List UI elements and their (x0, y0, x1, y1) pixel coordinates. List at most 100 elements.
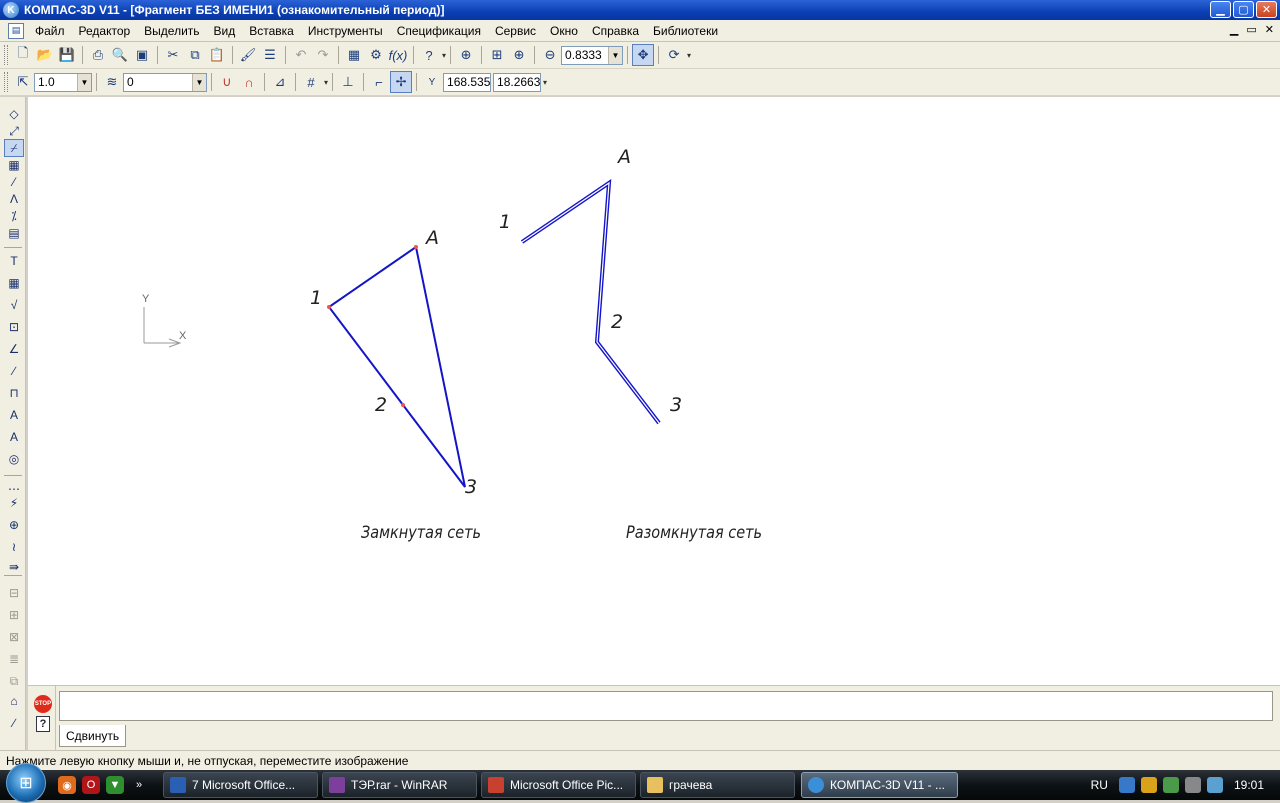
open-folder-icon[interactable]: 📂 (34, 44, 56, 66)
mdi-close-button[interactable]: ✕ (1265, 23, 1274, 36)
geometry-icon[interactable]: ◇ (4, 105, 24, 123)
function-icon[interactable]: f(x) (387, 44, 409, 66)
dimensions-icon[interactable]: ⤢ (4, 122, 24, 140)
task-kompas[interactable]: КОМПАС-3D V11 - ... (801, 772, 958, 798)
drawing-canvas[interactable]: Y X A 1 2 3 Замкнутая сеть A 1 2 3 Разом… (28, 97, 1280, 685)
tab-pan[interactable]: Сдвинуть (59, 725, 127, 747)
expand-chevron-icon[interactable]: ⇛ (4, 558, 24, 576)
zoom-window-icon[interactable]: ⊞ (486, 44, 508, 66)
grid-icon[interactable]: # (300, 71, 322, 93)
edit-icon[interactable]: ▦ (4, 156, 24, 174)
chevron-down-icon[interactable]: ▼ (192, 73, 206, 91)
group-icon[interactable]: ⧉ (4, 672, 24, 690)
closed-net-polygon[interactable] (327, 245, 466, 488)
library-icon[interactable]: ⌂ (4, 692, 24, 710)
orthogonal-mode-icon[interactable]: ⌐ (368, 71, 390, 93)
coord-x-field[interactable]: 168.535 (443, 72, 492, 92)
cut-line-icon[interactable]: A (4, 406, 24, 424)
base-icon[interactable]: ⊡ (4, 318, 24, 336)
close-button[interactable]: ✕ (1256, 1, 1277, 18)
undo-icon[interactable]: ↶ (290, 44, 312, 66)
maximize-button[interactable]: ▢ (1233, 1, 1254, 18)
tolerance-icon[interactable]: ⊓ (4, 384, 24, 402)
cut-icon[interactable]: ✂ (162, 44, 184, 66)
coord-y-field[interactable]: 18.2663 (493, 72, 542, 92)
menu-service[interactable]: Сервис (488, 24, 543, 38)
firefox-icon[interactable]: ◉ (58, 776, 76, 794)
leader-icon[interactable]: ∠ (4, 340, 24, 358)
designations-icon[interactable]: ⌿ (4, 139, 24, 157)
closed-net-point-2[interactable] (401, 403, 405, 407)
node-icon[interactable]: ◎ (4, 450, 24, 468)
minimize-button[interactable]: ▁ (1210, 1, 1231, 18)
scale-combobox[interactable]: 1.0 ▼ (34, 72, 92, 92)
closed-net-point-a[interactable] (414, 245, 418, 249)
shield-icon[interactable]: ▼ (106, 776, 124, 794)
menu-select[interactable]: Выделить (137, 24, 206, 38)
menu-libraries[interactable]: Библиотеки (646, 24, 725, 38)
position-icon[interactable]: ∕ (4, 362, 24, 380)
ortho-icon[interactable]: ⊿ (269, 71, 291, 93)
layer-icon[interactable]: ≋ (101, 71, 123, 93)
table-icon[interactable]: ▦ (4, 274, 24, 292)
save-icon[interactable]: 💾 (56, 44, 78, 66)
overflow-chevron-icon[interactable]: ▾ (324, 78, 328, 87)
select-icon[interactable]: ⁒ (4, 207, 24, 225)
kompas-app-icon[interactable]: K (3, 2, 19, 18)
menu-insert[interactable]: Вставка (242, 24, 301, 38)
parametrization-icon[interactable]: ⁄ (4, 173, 24, 191)
measure-line-icon[interactable]: ∕ (4, 714, 24, 732)
refresh-icon[interactable]: ⟳ (663, 44, 685, 66)
help-pointer-icon[interactable]: ? (418, 44, 440, 66)
open-net-polyline[interactable] (520, 179, 661, 425)
toolbar-grip[interactable] (4, 72, 8, 92)
overflow-chevron-icon[interactable]: » (130, 776, 148, 794)
security-icon[interactable] (1140, 777, 1157, 793)
menu-editor[interactable]: Редактор (72, 24, 138, 38)
zoom-scale-icon[interactable]: ⊖ (539, 44, 561, 66)
task-picture-manager[interactable]: Microsoft Office Pic... (481, 772, 636, 798)
overflow-chevron-icon[interactable]: ▾ (442, 51, 446, 60)
cursor-coords-icon[interactable]: Y (421, 71, 443, 93)
menu-tools[interactable]: Инструменты (301, 24, 390, 38)
closed-net-point-1[interactable] (327, 305, 331, 309)
document-icon[interactable]: ▤ (8, 22, 24, 39)
format-brush-icon[interactable]: 🖌 (237, 44, 259, 66)
manager-icon[interactable]: ▦ (343, 44, 365, 66)
view-arrow-icon[interactable]: A (4, 428, 24, 446)
snap-local-icon[interactable]: ∩ (238, 71, 260, 93)
volume-icon[interactable] (1184, 777, 1201, 793)
stop-icon[interactable]: STOP (34, 695, 52, 713)
overflow-chevron-icon[interactable]: ▾ (543, 78, 547, 87)
print-icon[interactable]: ⎙ (87, 44, 109, 66)
variables-icon[interactable]: ⚙ (365, 44, 387, 66)
opera-icon[interactable]: O (82, 776, 100, 794)
rebuild-icon[interactable]: ⊞ (4, 606, 24, 624)
print-setup-icon[interactable]: ▣ (131, 44, 153, 66)
zoom-in-icon[interactable]: ⊕ (508, 44, 530, 66)
hatch-icon[interactable]: ≣ (4, 650, 24, 668)
copy-props-icon[interactable]: ⊟ (4, 584, 24, 602)
zoom-combobox[interactable]: 0.8333 ▼ (561, 45, 624, 65)
print-preview-icon[interactable]: 🔍 (109, 44, 131, 66)
clock[interactable]: 19:01 (1234, 778, 1264, 792)
paste-icon[interactable]: 📋 (206, 44, 228, 66)
lightning-icon[interactable]: ⚡ (4, 494, 24, 512)
task-folder[interactable]: грачева (640, 772, 795, 798)
copy-icon[interactable]: ⧉ (184, 44, 206, 66)
device-icon[interactable] (1206, 777, 1223, 793)
redo-icon[interactable]: ↷ (312, 44, 334, 66)
network-icon[interactable] (1162, 777, 1179, 793)
zoom-all-icon[interactable]: ⊕ (455, 44, 477, 66)
menu-view[interactable]: Вид (207, 24, 243, 38)
layer-combobox[interactable]: 0 ▼ (123, 72, 207, 92)
menu-help[interactable]: Справка (585, 24, 646, 38)
transform-icon[interactable]: ⊠ (4, 628, 24, 646)
properties-icon[interactable]: ☰ (259, 44, 281, 66)
toolbar-grip[interactable] (4, 45, 8, 65)
help-tray-icon[interactable] (1118, 777, 1135, 793)
mdi-restore-button[interactable]: ▭ (1246, 23, 1256, 36)
parametric-mode-icon[interactable]: ✢ (390, 71, 413, 93)
snap-magnet-icon[interactable]: ∪ (216, 71, 238, 93)
measure-icon[interactable]: Λ (4, 190, 24, 208)
